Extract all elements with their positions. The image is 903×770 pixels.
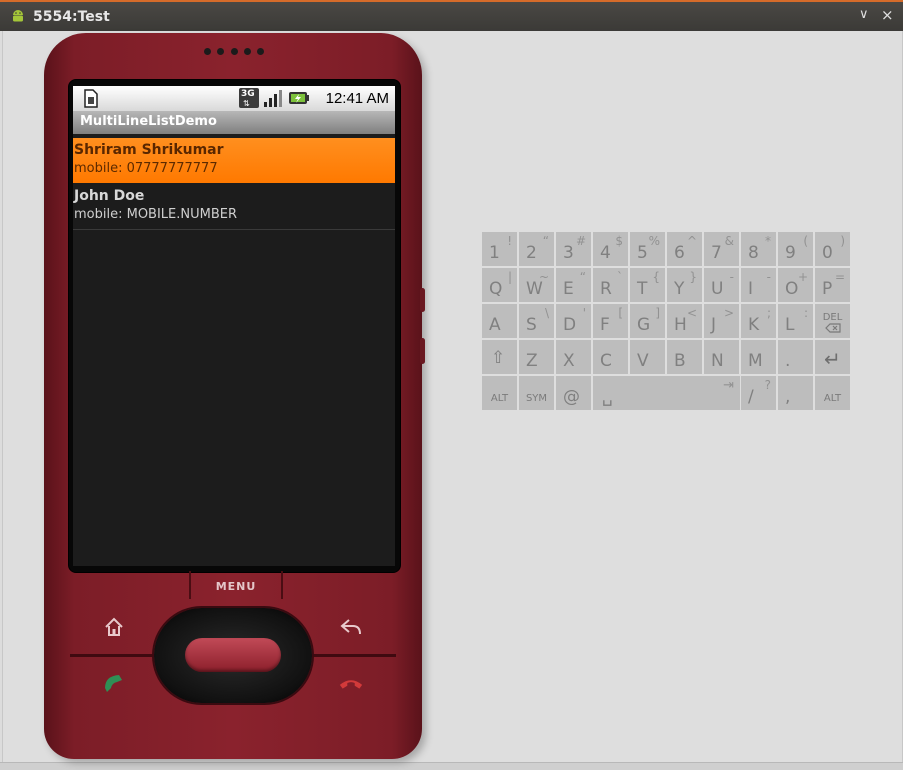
key-f[interactable]: F[ — [593, 304, 628, 338]
key-shift[interactable]: ⇧ — [482, 340, 517, 374]
end-call-button[interactable] — [338, 670, 364, 696]
shift-icon: ⇧ — [491, 348, 506, 368]
key-l[interactable]: L: — [778, 304, 813, 338]
key-q[interactable]: Q | — [482, 268, 517, 302]
speaker-grille — [204, 48, 264, 56]
end-call-icon — [339, 680, 363, 689]
volume-down-button[interactable] — [420, 338, 425, 364]
key-0[interactable]: 0) — [815, 232, 850, 266]
contact-detail: mobile: 07777777777 — [74, 161, 218, 176]
screen-bezel: 3G ⇅ 12:41 AM MultiLineListDemo Shriram … — [68, 79, 401, 573]
key-@[interactable]: @ — [556, 376, 591, 410]
space-icon: ␣ — [602, 387, 613, 407]
key-r[interactable]: R ` — [593, 268, 628, 302]
key-t[interactable]: T{ — [630, 268, 665, 302]
device-screen[interactable]: 3G ⇅ 12:41 AM MultiLineListDemo Shriram … — [73, 86, 395, 566]
status-clock: 12:41 AM — [325, 90, 389, 107]
menu-button[interactable]: MENU — [189, 571, 283, 599]
key-,[interactable]: , — [778, 376, 813, 410]
key-s[interactable]: S \ — [519, 304, 554, 338]
key-del[interactable]: DEL — [815, 304, 850, 338]
key-v[interactable]: V — [630, 340, 665, 374]
key-m[interactable]: M — [741, 340, 776, 374]
key-4[interactable]: 4 $ — [593, 232, 628, 266]
tab-icon: ⇥ — [723, 378, 734, 393]
list-divider — [73, 229, 395, 230]
home-button[interactable] — [101, 614, 127, 640]
key-8[interactable]: 8 * — [741, 232, 776, 266]
battery-charging-icon — [289, 92, 309, 104]
window-titlebar: 5554:Test ∨ × — [0, 0, 903, 31]
android-icon — [13, 10, 23, 22]
sim-card-icon — [84, 89, 98, 108]
key-.[interactable]: . — [778, 340, 813, 374]
back-button[interactable] — [338, 614, 364, 640]
key-c[interactable]: C — [593, 340, 628, 374]
key-p[interactable]: P = — [815, 268, 850, 302]
key-k[interactable]: K; — [741, 304, 776, 338]
key-z[interactable]: Z — [519, 340, 554, 374]
dpad[interactable] — [154, 608, 312, 703]
control-divider-left — [70, 654, 160, 657]
key-7[interactable]: 7 & — [704, 232, 739, 266]
key-9[interactable]: 9( — [778, 232, 813, 266]
3g-icon: 3G ⇅ — [239, 88, 259, 108]
key-g[interactable]: G] — [630, 304, 665, 338]
contact-detail: mobile: MOBILE.NUMBER — [74, 207, 238, 222]
key-i[interactable]: I- — [741, 268, 776, 302]
key-j[interactable]: J > — [704, 304, 739, 338]
key-alt[interactable]: ALT — [482, 376, 517, 410]
list-item[interactable]: John Doe mobile: MOBILE.NUMBER — [73, 184, 395, 229]
key-3[interactable]: 3 # — [556, 232, 591, 266]
status-bar: 3G ⇅ 12:41 AM — [73, 86, 395, 111]
call-button[interactable] — [101, 670, 127, 696]
emulator-keyboard: 1! 2 “3 #4 $5% 6 ^ 7 & 8 * 9(0) Q | W ~ E “R ` T{Y} U - I - O + P =… — [482, 232, 850, 410]
key-o[interactable]: O + — [778, 268, 813, 302]
key-space[interactable]: ␣ ⇥ — [593, 376, 740, 410]
key-b[interactable]: B — [667, 340, 702, 374]
home-icon — [105, 617, 123, 636]
key-2[interactable]: 2 “ — [519, 232, 554, 266]
key-6[interactable]: 6 ^ — [667, 232, 702, 266]
key-/[interactable]: /? — [741, 376, 776, 410]
backspace-icon — [825, 323, 841, 333]
minimize-button[interactable]: ∨ — [859, 7, 869, 22]
volume-up-button[interactable] — [420, 288, 425, 312]
list-item[interactable]: Shriram Shrikumar mobile: 07777777777 — [73, 138, 395, 183]
key-e[interactable]: E “ — [556, 268, 591, 302]
back-icon — [340, 619, 361, 635]
key-enter[interactable]: ↵ — [815, 340, 850, 374]
contact-name: John Doe — [74, 188, 145, 204]
key-a[interactable]: A — [482, 304, 517, 338]
key-w[interactable]: W ~ — [519, 268, 554, 302]
key-u[interactable]: U- — [704, 268, 739, 302]
key-h[interactable]: H < — [667, 304, 702, 338]
key-1[interactable]: 1! — [482, 232, 517, 266]
key-n[interactable]: N — [704, 340, 739, 374]
key-5[interactable]: 5% — [630, 232, 665, 266]
phone-body: 3G ⇅ 12:41 AM MultiLineListDemo Shriram … — [44, 33, 425, 759]
key-y[interactable]: Y} — [667, 268, 702, 302]
menu-label: MENU — [215, 580, 257, 593]
app-title-bar: MultiLineListDemo — [73, 111, 395, 134]
key-sym[interactable]: SYM — [519, 376, 554, 410]
contact-name: Shriram Shrikumar — [74, 142, 224, 158]
key-d[interactable]: D ' — [556, 304, 591, 338]
key-x[interactable]: X — [556, 340, 591, 374]
close-button[interactable]: × — [881, 6, 894, 24]
app-title: MultiLineListDemo — [80, 114, 217, 129]
signal-icon — [264, 90, 282, 107]
enter-icon: ↵ — [824, 347, 841, 371]
call-icon — [105, 675, 122, 692]
control-divider-right — [310, 654, 396, 657]
key-alt[interactable]: ALT — [815, 376, 850, 410]
trackball-button[interactable] — [185, 638, 281, 672]
window-title: 5554:Test — [33, 9, 110, 25]
